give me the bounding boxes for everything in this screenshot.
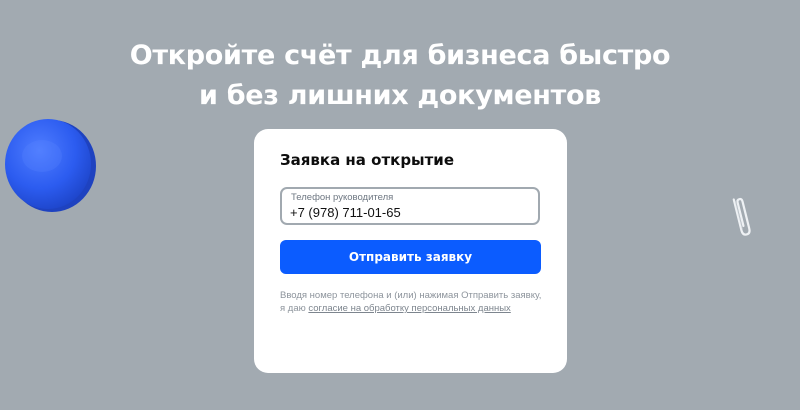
application-form: Заявка на открытие Телефон руководителя … — [254, 129, 567, 373]
consent-link[interactable]: согласие на обработку персональных данны… — [308, 303, 510, 314]
phone-field-label: Телефон руководителя — [291, 192, 394, 203]
form-title: Заявка на открытие — [280, 151, 454, 169]
paperclip-icon — [732, 197, 751, 236]
consent-text: Вводя номер телефона и (или) нажимая Отп… — [280, 289, 542, 315]
page-title: Откройте счёт для бизнеса быстро и без л… — [0, 36, 800, 116]
coin-icon — [5, 119, 96, 212]
phone-field[interactable]: Телефон руководителя — [280, 187, 540, 225]
page-title-line-1: Откройте счёт для бизнеса быстро — [129, 40, 671, 71]
phone-input[interactable] — [290, 204, 530, 220]
page-title-line-2: и без лишних документов — [198, 80, 602, 111]
submit-application-button[interactable]: Отправить заявку — [280, 240, 541, 274]
